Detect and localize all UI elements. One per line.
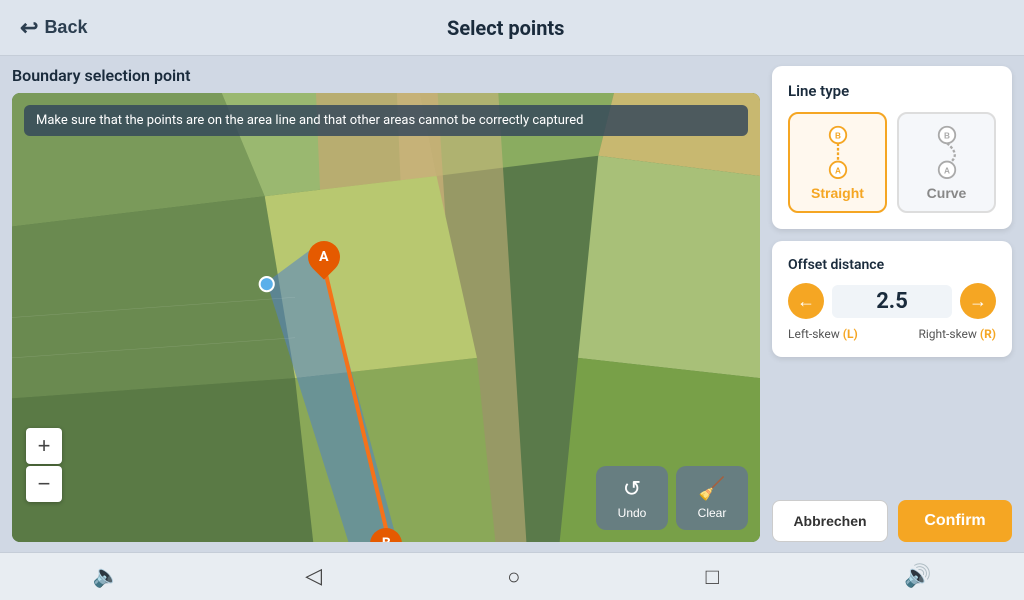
map-info-banner: Make sure that the points are on the are… bbox=[24, 105, 748, 136]
right-panel: Line type B A Straight bbox=[772, 66, 1012, 542]
map-panel: Boundary selection point bbox=[12, 66, 760, 542]
page-title: Select points bbox=[87, 16, 924, 40]
svg-text:A: A bbox=[944, 167, 950, 176]
back-label: Back bbox=[44, 17, 87, 38]
offset-card: Offset distance ← 2.5 → Left-skew (L) Ri… bbox=[772, 241, 1012, 357]
offset-increase-button[interactable]: → bbox=[960, 283, 996, 319]
clear-icon: 🧹 bbox=[698, 476, 725, 502]
straight-label: Straight bbox=[811, 185, 864, 201]
offset-skew-labels: Left-skew (L) Right-skew (R) bbox=[788, 327, 996, 341]
undo-label: Undo bbox=[618, 506, 647, 520]
offset-value: 2.5 bbox=[832, 285, 952, 318]
svg-text:B: B bbox=[944, 132, 950, 141]
zoom-in-button[interactable]: + bbox=[26, 428, 62, 464]
back-button[interactable]: ↩ Back bbox=[20, 15, 87, 41]
svg-text:A: A bbox=[835, 167, 841, 176]
line-type-label: Line type bbox=[788, 82, 996, 100]
line-type-card: Line type B A Straight bbox=[772, 66, 1012, 229]
map-container[interactable]: Make sure that the points are on the are… bbox=[12, 93, 760, 542]
offset-control: ← 2.5 → bbox=[788, 283, 996, 319]
zoom-controls: + − bbox=[26, 428, 62, 502]
clear-button[interactable]: 🧹 Clear bbox=[676, 466, 748, 530]
volume-down-icon[interactable]: 🔈 bbox=[93, 564, 120, 589]
back-nav-icon[interactable]: ◁ bbox=[305, 564, 322, 589]
line-type-options: B A Straight B A C bbox=[788, 112, 996, 213]
abbrechen-button[interactable]: Abbrechen bbox=[772, 500, 888, 542]
clear-label: Clear bbox=[698, 506, 727, 520]
main-content: Boundary selection point bbox=[0, 56, 1024, 552]
recents-icon[interactable]: □ bbox=[706, 564, 719, 590]
volume-up-icon[interactable]: 🔊 bbox=[904, 564, 931, 589]
straight-button[interactable]: B A Straight bbox=[788, 112, 887, 213]
right-skew-label: Right-skew (R) bbox=[918, 327, 996, 341]
confirm-button[interactable]: Confirm bbox=[898, 500, 1012, 542]
offset-decrease-button[interactable]: ← bbox=[788, 283, 824, 319]
back-arrow-icon: ↩ bbox=[20, 15, 38, 41]
bottom-nav: 🔈 ◁ ○ □ 🔊 bbox=[0, 552, 1024, 600]
home-icon[interactable]: ○ bbox=[507, 564, 520, 590]
boundary-title: Boundary selection point bbox=[12, 66, 760, 85]
undo-button[interactable]: ↺ Undo bbox=[596, 466, 668, 530]
curve-label: Curve bbox=[927, 185, 967, 201]
curve-button[interactable]: B A Curve bbox=[897, 112, 996, 213]
point-a-marker: A bbox=[308, 241, 340, 273]
svg-text:B: B bbox=[835, 132, 841, 141]
zoom-out-button[interactable]: − bbox=[26, 466, 62, 502]
left-skew-label: Left-skew (L) bbox=[788, 327, 858, 341]
point-b-marker: B bbox=[370, 528, 402, 542]
bottom-actions: Abbrechen Confirm bbox=[772, 500, 1012, 542]
undo-icon: ↺ bbox=[623, 476, 641, 502]
offset-label: Offset distance bbox=[788, 257, 996, 273]
topbar: ↩ Back Select points bbox=[0, 0, 1024, 56]
map-actions: ↺ Undo 🧹 Clear bbox=[596, 466, 748, 530]
